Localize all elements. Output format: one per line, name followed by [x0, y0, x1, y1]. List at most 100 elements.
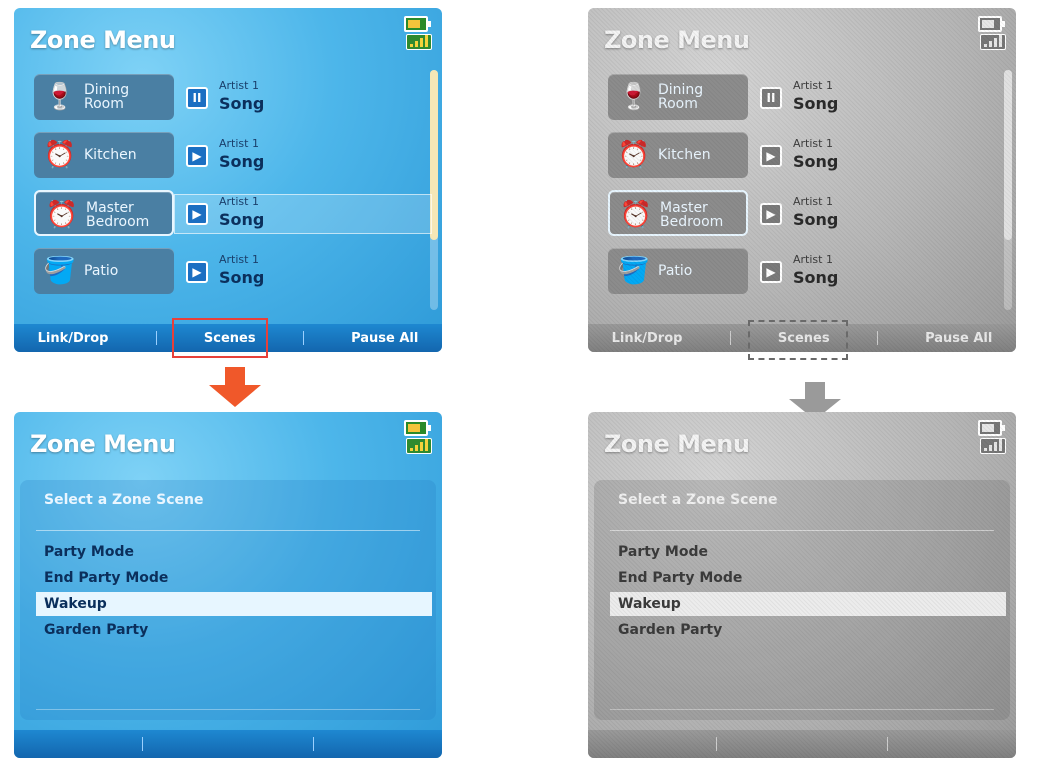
divider — [36, 530, 420, 531]
zone-button-patio[interactable]: 🪣 Patio — [34, 248, 174, 294]
zone-button-kitchen[interactable]: ⏰ Kitchen — [608, 132, 748, 178]
scene-item-garden-party[interactable]: Garden Party — [36, 618, 426, 642]
zone-button-dining-room[interactable]: 🍷 Dining Room — [608, 74, 748, 120]
battery-icon — [978, 420, 1005, 436]
softkey-separator — [302, 331, 304, 345]
zone-button-master-bedroom[interactable]: ⏰ Master Bedroom — [34, 190, 174, 236]
pause-icon[interactable]: II — [760, 87, 782, 109]
artist-label: Artist 1 — [793, 253, 833, 266]
alarm-clock-icon: ⏰ — [617, 140, 651, 170]
softkey-separator — [141, 737, 143, 751]
song-label: Song — [219, 210, 265, 229]
softkey-separator — [887, 737, 889, 751]
artist-label: Artist 1 — [219, 79, 259, 92]
zone-label: Patio — [84, 263, 119, 279]
signal-icon — [406, 34, 432, 50]
zone-button-kitchen[interactable]: ⏰ Kitchen — [34, 132, 174, 178]
song-label: Song — [219, 152, 265, 171]
alarm-clock-icon: ⏰ — [43, 140, 77, 170]
song-label: Song — [793, 210, 839, 229]
zone-label: Master Bedroom — [660, 200, 724, 230]
selected-row-highlight — [174, 194, 432, 234]
play-icon[interactable]: ▶ — [186, 203, 208, 225]
scene-panel-title: Select a Zone Scene — [618, 492, 778, 508]
softkey-pause-all[interactable]: Pause All — [351, 331, 418, 346]
zone-row-patio[interactable]: 🪣 Patio ▶ Artist 1 Song — [608, 248, 1008, 296]
song-label: Song — [219, 94, 265, 113]
softkey-separator — [729, 331, 731, 345]
scene-item-wakeup[interactable]: Wakeup — [610, 592, 1006, 616]
zone-row-dining-room[interactable]: 🍷 Dining Room II Artist 1 Song — [608, 74, 1008, 122]
softkey-link-drop[interactable]: Link/Drop — [38, 331, 109, 346]
softkey-link-drop[interactable]: Link/Drop — [612, 331, 683, 346]
softkey-separator — [876, 331, 878, 345]
artist-label: Artist 1 — [793, 79, 833, 92]
scenes-highlight-box — [172, 318, 268, 358]
glass-icon: 🍷 — [617, 82, 651, 112]
softkey-separator — [715, 737, 717, 751]
zone-row-kitchen[interactable]: ⏰ Kitchen ▶ Artist 1 Song — [608, 132, 1008, 180]
signal-icon — [980, 34, 1006, 50]
zone-button-dining-room[interactable]: 🍷 Dining Room — [34, 74, 174, 120]
artist-label: Artist 1 — [793, 195, 833, 208]
softkey-pause-all[interactable]: Pause All — [925, 331, 992, 346]
zone-label: Master Bedroom — [86, 200, 150, 230]
watering-can-icon: 🪣 — [43, 256, 77, 286]
scenes-highlight-box-gray — [748, 320, 848, 360]
zone-row-patio[interactable]: 🪣 Patio ▶ Artist 1 Song — [34, 248, 434, 296]
arrow-down-icon — [209, 367, 261, 407]
zone-row-master-bedroom[interactable]: ⏰ Master Bedroom ▶ Artist 1 Song — [34, 190, 434, 238]
scene-item-party-mode[interactable]: Party Mode — [36, 540, 426, 564]
zone-row-kitchen[interactable]: ⏰ Kitchen ▶ Artist 1 Song — [34, 132, 434, 180]
signal-icon — [406, 438, 432, 454]
artist-label: Artist 1 — [219, 137, 259, 150]
battery-icon — [404, 16, 431, 32]
zone-label: Kitchen — [658, 147, 711, 163]
play-icon[interactable]: ▶ — [760, 261, 782, 283]
pause-icon[interactable]: II — [186, 87, 208, 109]
artist-label: Artist 1 — [219, 195, 259, 208]
song-label: Song — [793, 94, 839, 113]
zone-row-dining-room[interactable]: 🍷 Dining Room II Artist 1 Song — [34, 74, 434, 122]
battery-icon — [978, 16, 1005, 32]
scene-item-wakeup[interactable]: Wakeup — [36, 592, 432, 616]
zone-button-master-bedroom[interactable]: ⏰ Master Bedroom — [608, 190, 748, 236]
zone-label: Dining Room — [658, 82, 704, 112]
song-label: Song — [219, 268, 265, 287]
zone-menu-screen-color-bottom: Zone Menu Select a Zone Scene Party Mode… — [14, 412, 442, 758]
song-label: Song — [793, 268, 839, 287]
zone-menu-screen-color-top: Zone Menu 🍷 Dining Room II Artist 1 Song… — [14, 8, 442, 352]
artist-label: Artist 1 — [793, 137, 833, 150]
play-icon[interactable]: ▶ — [760, 203, 782, 225]
scene-panel-title: Select a Zone Scene — [44, 492, 204, 508]
softkey-separator — [313, 737, 315, 751]
page-title: Zone Menu — [30, 430, 176, 458]
divider — [36, 709, 420, 710]
softkey-bar — [14, 730, 442, 758]
scene-item-party-mode[interactable]: Party Mode — [610, 540, 1000, 564]
zone-menu-screen-gray-bottom: Zone Menu Select a Zone Scene Party Mode… — [588, 412, 1016, 758]
scene-item-end-party-mode[interactable]: End Party Mode — [610, 566, 1000, 590]
alarm-clock-icon: ⏰ — [45, 200, 79, 230]
softkey-separator — [155, 331, 157, 345]
softkey-bar — [588, 730, 1016, 758]
song-label: Song — [793, 152, 839, 171]
zone-menu-screen-gray-top: Zone Menu 🍷 Dining Room II Artist 1 Song… — [588, 8, 1016, 352]
zone-button-patio[interactable]: 🪣 Patio — [608, 248, 748, 294]
artist-label: Artist 1 — [219, 253, 259, 266]
glass-icon: 🍷 — [43, 82, 77, 112]
play-icon[interactable]: ▶ — [186, 145, 208, 167]
divider — [610, 709, 994, 710]
scene-item-garden-party[interactable]: Garden Party — [610, 618, 1000, 642]
play-icon[interactable]: ▶ — [186, 261, 208, 283]
scene-item-end-party-mode[interactable]: End Party Mode — [36, 566, 426, 590]
alarm-clock-icon: ⏰ — [619, 200, 653, 230]
zone-row-master-bedroom[interactable]: ⏰ Master Bedroom ▶ Artist 1 Song — [608, 190, 1008, 238]
divider — [610, 530, 994, 531]
zone-label: Dining Room — [84, 82, 130, 112]
battery-icon — [404, 420, 431, 436]
zone-label: Kitchen — [84, 147, 137, 163]
page-title: Zone Menu — [604, 26, 750, 54]
signal-icon — [980, 438, 1006, 454]
play-icon[interactable]: ▶ — [760, 145, 782, 167]
